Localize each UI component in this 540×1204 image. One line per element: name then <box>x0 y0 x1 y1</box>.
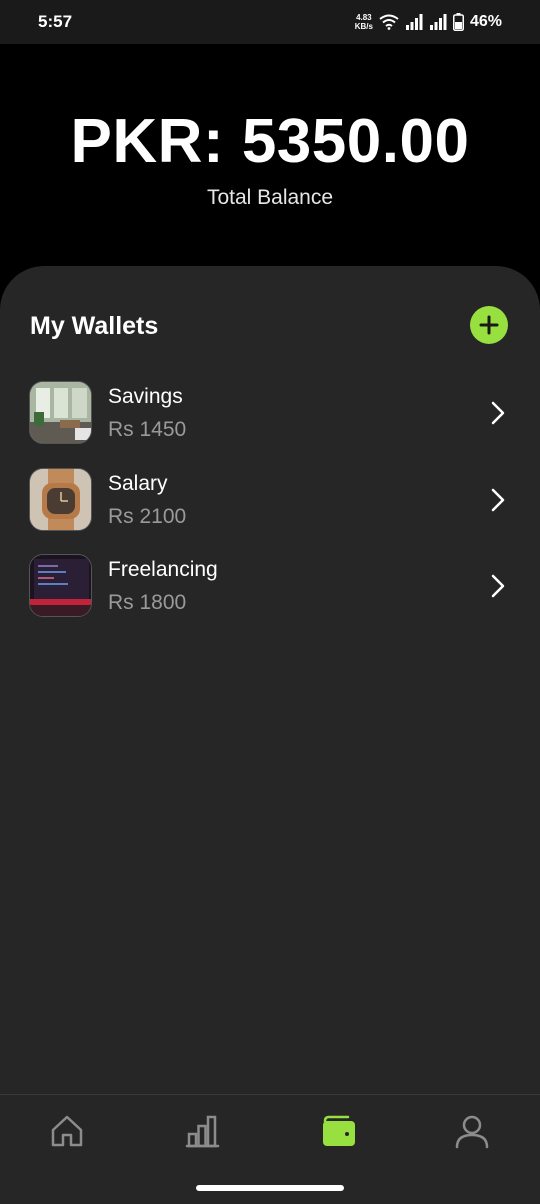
wallet-item-freelancing[interactable]: Freelancing Rs 1800 <box>0 554 540 620</box>
network-speed: 4.83 KB/s <box>355 13 373 31</box>
bar-chart-icon <box>185 1115 220 1148</box>
wallet-name: Salary <box>108 472 168 495</box>
chevron-right-icon[interactable] <box>488 400 508 426</box>
add-wallet-button[interactable] <box>470 306 508 344</box>
wallets-panel: My Wallets Savings Rs 1450 Salary Rs 210… <box>0 266 540 1094</box>
battery-percent: 46% <box>469 13 502 30</box>
wallet-thumbnail-savings <box>29 381 92 444</box>
plus-icon <box>479 315 499 335</box>
balance-header: PKR: 5350.00 Total Balance <box>0 44 540 294</box>
nav-wallets[interactable] <box>318 1111 358 1151</box>
wallets-title: My Wallets <box>30 312 159 340</box>
status-time: 5:57 <box>38 12 73 31</box>
wallet-item-savings[interactable]: Savings Rs 1450 <box>0 381 540 447</box>
network-speed-value: 4.83 <box>356 13 372 22</box>
status-bar: 5:57 4.83 KB/s 46% <box>0 0 540 44</box>
wallet-amount: Rs 1450 <box>108 418 187 441</box>
total-balance-label: Total Balance <box>206 186 334 209</box>
wallet-thumbnail-salary <box>29 468 92 531</box>
status-icons: 4.83 KB/s 46% <box>355 8 502 36</box>
home-icon <box>51 1115 83 1147</box>
wallet-name: Savings <box>108 385 183 408</box>
wallet-amount: Rs 2100 <box>108 505 187 528</box>
battery-icon <box>452 13 464 31</box>
bottom-navigation <box>0 1094 540 1204</box>
room-photo-image <box>30 382 91 443</box>
wallet-thumbnail-freelancing <box>29 554 92 617</box>
monitor-photo-image <box>30 555 91 616</box>
watch-photo-image <box>30 469 91 530</box>
chevron-right-icon[interactable] <box>488 487 508 513</box>
profile-icon <box>455 1115 489 1149</box>
chevron-right-icon[interactable] <box>488 573 508 599</box>
wallet-item-salary[interactable]: Salary Rs 2100 <box>0 468 540 534</box>
wallet-icon <box>323 1115 355 1146</box>
nav-home[interactable] <box>47 1111 87 1151</box>
nav-profile[interactable] <box>452 1111 492 1151</box>
home-indicator[interactable] <box>196 1185 344 1191</box>
network-speed-unit: KB/s <box>354 22 373 31</box>
nav-stats[interactable] <box>182 1111 222 1151</box>
wifi-icon <box>379 14 399 30</box>
signal-icon-2 <box>429 14 447 30</box>
wallet-amount: Rs 1800 <box>108 591 187 614</box>
total-balance-value: PKR: 5350.00 <box>70 107 470 176</box>
signal-icon-1 <box>405 14 423 30</box>
wallet-name: Freelancing <box>108 558 218 581</box>
